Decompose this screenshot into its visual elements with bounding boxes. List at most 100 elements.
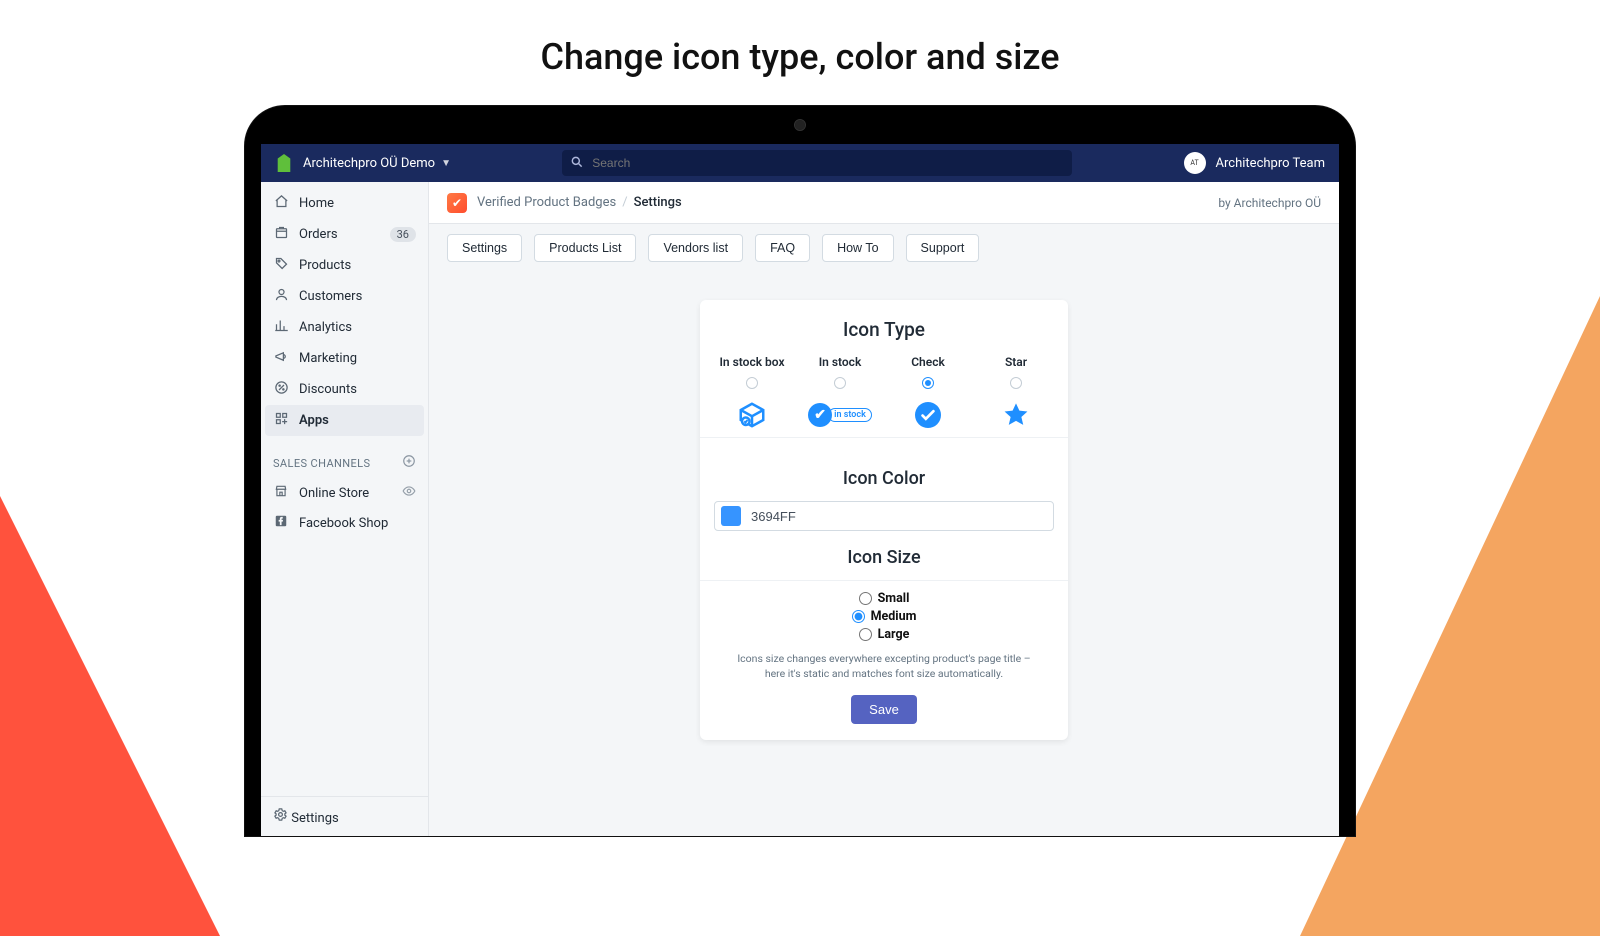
breadcrumb-app[interactable]: Verified Product Badges [477,195,616,210]
caret-down-icon: ▼ [441,158,451,169]
app-badge-icon: ✔ [447,193,467,213]
search-input[interactable] [562,150,1072,176]
size-option-small[interactable]: Small [859,591,910,606]
tab-settings[interactable]: Settings [447,234,522,262]
sidebar-item-settings[interactable]: Settings [261,797,428,836]
tab-support[interactable]: Support [906,234,980,262]
home-icon [273,194,289,213]
orders-icon [273,225,289,244]
breadcrumb: ✔ Verified Product Badges / Settings by … [429,182,1339,224]
color-field[interactable] [714,501,1054,531]
mega-icon [273,349,289,368]
icon-type-label: In stock box [719,355,784,369]
box-glyph-icon [712,399,792,431]
icon-type-label: Check [911,355,945,369]
sidebar-item-label: Products [299,258,351,273]
tag-icon [273,256,289,275]
icon-color-title: Icon Color [714,468,1054,489]
tab-products-list[interactable]: Products List [534,234,636,262]
breadcrumb-page: Settings [634,195,682,210]
size-option-medium[interactable]: Medium [852,609,917,624]
breadcrumb-sep: / [622,195,627,210]
search-box[interactable] [562,150,1072,176]
main-area: ✔ Verified Product Badges / Settings by … [429,182,1339,836]
sidebar-item-analytics[interactable]: Analytics [261,312,428,343]
size-label: Small [878,591,910,606]
account-name: Architechpro Team [1216,156,1325,171]
sidebar-item-label: Orders [299,227,338,242]
sidebar-item-products[interactable]: Products [261,250,428,281]
icon-type-stock[interactable]: In stock ✔in stock [800,355,880,431]
size-note: Icons size changes everywhere excepting … [714,642,1054,695]
sidebar-item-label: Customers [299,289,362,304]
check-glyph-icon [888,399,968,431]
channel-online-store[interactable]: Online Store [261,478,428,508]
icon-type-star[interactable]: Star [976,355,1056,431]
sidebar-item-label: Apps [299,413,329,428]
topbar: Architechpro OÜ Demo ▼ AT Architechpro T… [261,144,1339,182]
chart-icon [273,318,289,337]
size-radio[interactable] [859,592,872,605]
size-radio[interactable] [852,610,865,623]
sidebar-item-label: Analytics [299,320,352,335]
stock-glyph-icon: ✔in stock [800,399,880,431]
store-switcher[interactable]: Architechpro OÜ Demo ▼ [303,156,451,171]
size-option-large[interactable]: Large [859,627,910,642]
disc-icon [273,380,289,399]
settings-card: Icon Type In stock box In stock ✔in stock C… [700,300,1068,740]
size-label: Medium [871,609,917,624]
size-radio[interactable] [859,628,872,641]
icon-type-box[interactable]: In stock box [712,355,792,431]
eye-icon[interactable] [402,484,416,502]
tab-how-to[interactable]: How To [822,234,893,262]
sidebar-item-discounts[interactable]: Discounts [261,374,428,405]
tab-vendors-list[interactable]: Vendors list [648,234,743,262]
tab-faq[interactable]: FAQ [755,234,810,262]
avatar-icon: AT [1184,152,1206,174]
sidebar-item-label: Discounts [299,382,357,397]
divider [700,580,1068,581]
gear-icon [273,811,291,826]
channel-label: Facebook Shop [299,516,388,531]
laptop-camera [795,120,805,130]
app-screen: Architechpro OÜ Demo ▼ AT Architechpro T… [261,144,1339,836]
sidebar-item-marketing[interactable]: Marketing [261,343,428,374]
channel-facebook-shop[interactable]: Facebook Shop [261,508,428,538]
account-menu[interactable]: AT Architechpro Team [1184,152,1325,174]
sidebar-item-customers[interactable]: Customers [261,281,428,312]
icon-type-radio[interactable] [922,377,934,389]
add-channel-button[interactable] [402,454,416,472]
channel-label: Online Store [299,486,369,501]
laptop-frame: Architechpro OÜ Demo ▼ AT Architechpro T… [245,106,1355,836]
sidebar-item-label: Home [299,196,334,211]
marketing-heading: Change icon type, color and size [0,36,1600,78]
search-icon [570,155,584,173]
sidebar-item-apps[interactable]: Apps [265,405,424,436]
icon-type-radio[interactable] [1010,377,1022,389]
save-button[interactable]: Save [851,695,917,724]
person-icon [273,287,289,306]
store-name: Architechpro OÜ Demo [303,156,435,171]
icon-type-title: Icon Type [700,318,1068,341]
icon-type-check[interactable]: Check [888,355,968,431]
store-icon [273,484,289,502]
sidebar: Home Orders 36 Products Customers Analytics Ma… [261,182,429,836]
icon-size-title: Icon Size [714,547,1054,568]
apps-icon [273,411,289,430]
sidebar-badge: 36 [390,227,416,242]
size-label: Large [878,627,910,642]
fb-icon [273,514,289,532]
icon-type-radio[interactable] [834,377,846,389]
channels-header: SALES CHANNELS [273,457,370,470]
icon-type-radio[interactable] [746,377,758,389]
sidebar-item-home[interactable]: Home [261,188,428,219]
sidebar-item-label: Settings [291,811,338,826]
tab-bar: Settings Products List Vendors list FAQ How … [429,224,1339,272]
divider [700,437,1068,438]
color-swatch[interactable] [721,506,741,526]
icon-type-label: In stock [819,355,862,369]
star-glyph-icon [976,399,1056,431]
color-input[interactable] [751,509,1047,524]
shopify-logo-icon [275,154,293,172]
sidebar-item-orders[interactable]: Orders 36 [261,219,428,250]
